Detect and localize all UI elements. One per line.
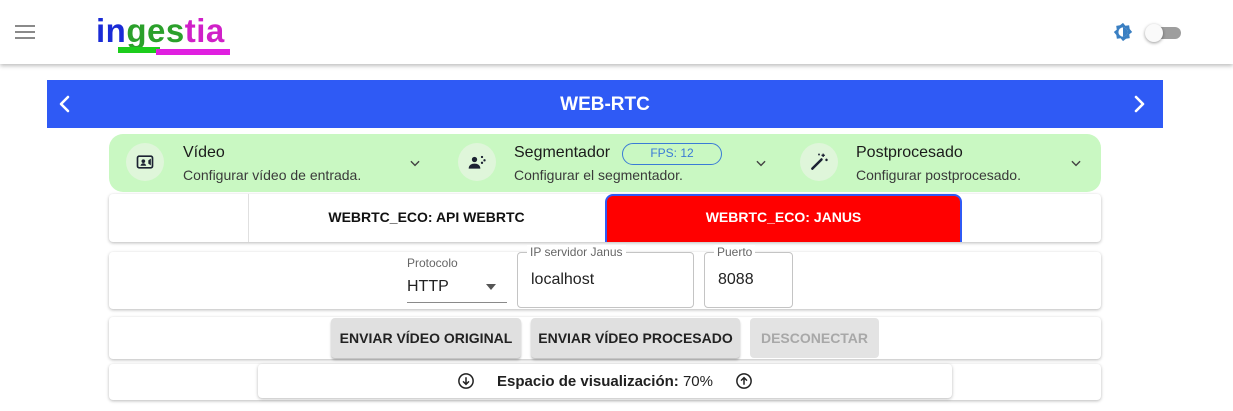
app-bar: ingestia: [0, 0, 1233, 64]
step-segmentador[interactable]: Segmentador Configurar el segmentador.: [458, 134, 776, 192]
step-video-desc: Configurar vídeo de entrada.: [183, 167, 362, 183]
connection-form: Protocolo HTTP localhost IP servidor Jan…: [109, 245, 1101, 309]
protocol-value: HTTP: [407, 278, 449, 295]
theme-toggle[interactable]: [1145, 24, 1182, 42]
chevron-down-icon[interactable]: [754, 156, 768, 170]
protocol-label: Protocolo: [407, 256, 458, 270]
display-label: Espacio de visualización:: [497, 373, 679, 390]
magic-wand-icon: [800, 143, 838, 181]
display-text: Espacio de visualización: 70%: [258, 373, 952, 390]
tabs-card: WEBRTC_ECO: API WEBRTC WEBRTC_ECO: JANUS: [109, 194, 1101, 242]
send-processed-button[interactable]: ENVIAR VÍDEO PROCESADO: [531, 318, 740, 358]
tab-api-webrtc[interactable]: WEBRTC_ECO: API WEBRTC: [248, 194, 604, 242]
display-value: 70%: [682, 373, 713, 390]
step-segmentador-title: Segmentador: [514, 144, 611, 161]
chevron-right-icon[interactable]: [1127, 92, 1151, 116]
segmentation-icon: [458, 143, 496, 181]
menu-icon[interactable]: [15, 25, 35, 39]
brightness-icon[interactable]: [1112, 21, 1134, 43]
step-postprocesado-title: Postprocesado: [856, 144, 963, 161]
step-video[interactable]: Vídeo Configurar vídeo de entrada.: [126, 134, 436, 192]
arrow-up-circle-icon[interactable]: [735, 372, 753, 390]
tab-janus[interactable]: WEBRTC_ECO: JANUS: [605, 194, 962, 242]
port-value: 8088: [718, 271, 754, 288]
page-banner: WEB-RTC: [47, 80, 1163, 128]
protocol-select[interactable]: HTTP: [407, 274, 507, 303]
step-segmentador-desc: Configurar el segmentador.: [514, 167, 683, 183]
server-ip-label: IP servidor Janus: [527, 245, 626, 259]
pipeline-steps: Vídeo Configurar vídeo de entrada. Segme…: [109, 134, 1101, 192]
arrow-down-circle-icon[interactable]: [457, 372, 475, 390]
page-title: WEB-RTC: [560, 94, 650, 115]
chevron-down-icon[interactable]: [1069, 156, 1083, 170]
port-label: Puerto: [714, 245, 756, 259]
video-camera-icon: [126, 143, 164, 181]
port-field[interactable]: 8088: [704, 252, 793, 308]
display-control: Espacio de visualización: 70%: [258, 364, 952, 398]
fps-badge: FPS: 12: [622, 143, 722, 165]
disconnect-button[interactable]: DESCONECTAR: [750, 318, 879, 358]
chevron-down-icon[interactable]: [408, 156, 422, 170]
server-ip-value: localhost: [531, 271, 595, 288]
send-original-button[interactable]: ENVIAR VÍDEO ORIGINAL: [331, 318, 521, 358]
app-logo: ingestia: [96, 12, 225, 49]
step-video-title: Vídeo: [183, 144, 225, 161]
step-postprocesado[interactable]: Postprocesado Configurar postprocesado.: [800, 134, 1090, 192]
dropdown-arrow-icon: [486, 284, 496, 290]
server-ip-field[interactable]: localhost: [517, 252, 694, 308]
step-postprocesado-desc: Configurar postprocesado.: [856, 167, 1021, 183]
